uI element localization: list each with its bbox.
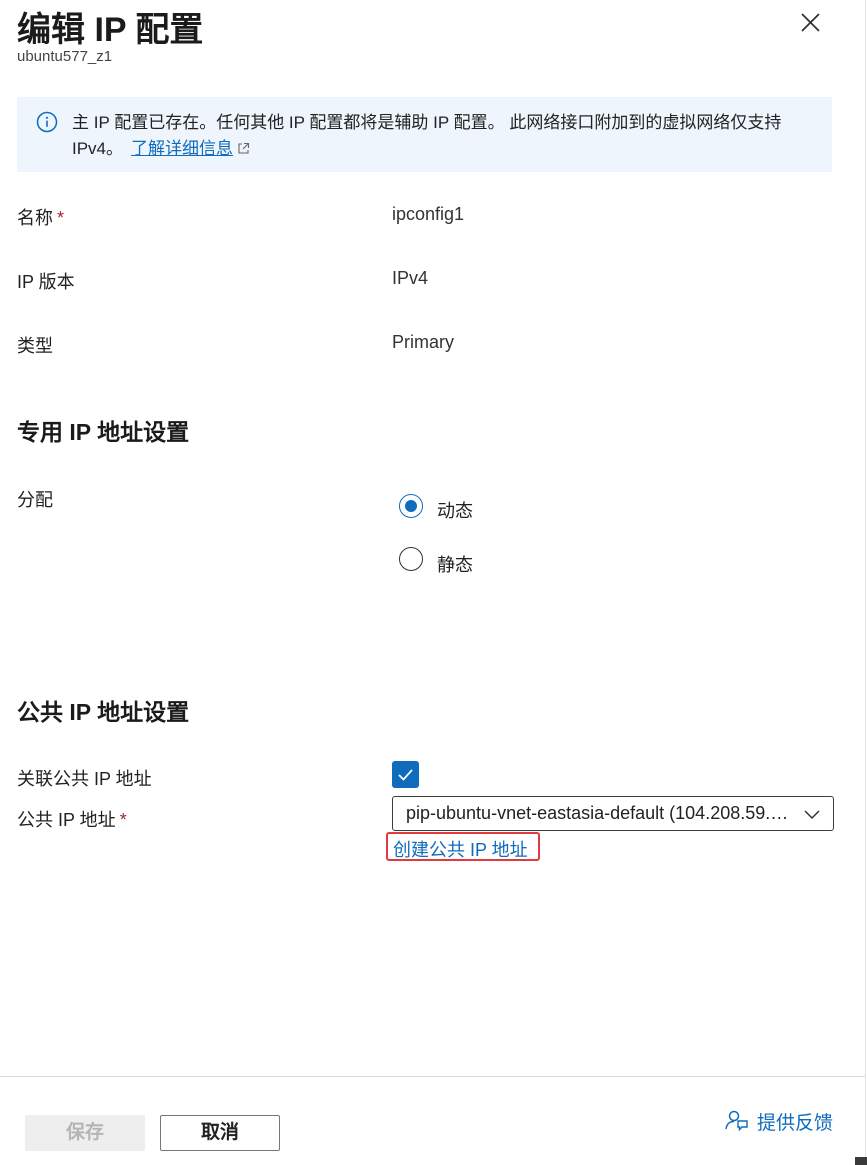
name-label: 名称 * <box>17 204 64 230</box>
public-ip-heading: 公共 IP 地址设置 <box>17 699 190 725</box>
cancel-button[interactable]: 取消 <box>160 1115 280 1151</box>
learn-more-link[interactable]: 了解详细信息 <box>131 139 233 158</box>
checkmark-icon <box>398 769 413 781</box>
private-ip-heading: 专用 IP 地址设置 <box>17 419 190 445</box>
create-public-ip-highlight: 创建公共 IP 地址 <box>386 832 540 861</box>
associate-public-ip-label: 关联公共 IP 地址 <box>17 769 152 789</box>
feedback-icon <box>725 1110 748 1132</box>
radio-dynamic[interactable] <box>399 494 423 518</box>
save-button[interactable]: 保存 <box>25 1115 145 1151</box>
public-ip-select[interactable]: pip-ubuntu-vnet-eastasia-default (104.20… <box>392 796 834 831</box>
resize-corner <box>855 1157 867 1165</box>
panel-edge <box>865 0 866 1165</box>
ip-version-label: IP 版本 <box>17 272 75 292</box>
chevron-down-icon <box>804 810 820 820</box>
associate-public-ip-checkbox[interactable] <box>392 761 419 788</box>
feedback-label: 提供反馈 <box>757 1113 834 1134</box>
type-value: Primary <box>392 332 454 352</box>
public-ip-select-value: pip-ubuntu-vnet-eastasia-default (104.20… <box>406 803 791 823</box>
required-marker: * <box>119 810 127 830</box>
external-link-icon <box>238 142 250 154</box>
edit-ip-config-panel: 编辑 IP 配置 ubuntu577_z1 主 IP 配置已存在。任何其他 IP… <box>0 0 867 1165</box>
page-title: 编辑 IP 配置 <box>17 11 204 49</box>
public-ip-address-label: 公共 IP 地址 * <box>17 806 127 832</box>
radio-static[interactable] <box>399 547 423 571</box>
required-marker: * <box>57 208 65 228</box>
radio-dynamic-label[interactable]: 动态 <box>437 497 473 523</box>
close-icon <box>801 13 820 32</box>
radio-selected-dot <box>404 499 417 512</box>
name-value: ipconfig1 <box>392 204 465 224</box>
ip-version-value: IPv4 <box>392 268 429 288</box>
name-label-text: 名称 <box>17 208 53 228</box>
info-message: 主 IP 配置已存在。任何其他 IP 配置都将是辅助 IP 配置。 此网络接口附… <box>72 110 812 162</box>
footer-divider <box>0 1076 865 1077</box>
allocation-label: 分配 <box>17 490 53 510</box>
radio-static-label[interactable]: 静态 <box>437 551 473 577</box>
type-label: 类型 <box>17 336 53 356</box>
public-ip-address-label-text: 公共 IP 地址 <box>17 810 116 830</box>
close-button[interactable] <box>796 8 826 38</box>
info-icon <box>36 111 58 133</box>
create-public-ip-link[interactable]: 创建公共 IP 地址 <box>393 836 528 862</box>
page-subtitle: ubuntu577_z1 <box>17 48 113 65</box>
